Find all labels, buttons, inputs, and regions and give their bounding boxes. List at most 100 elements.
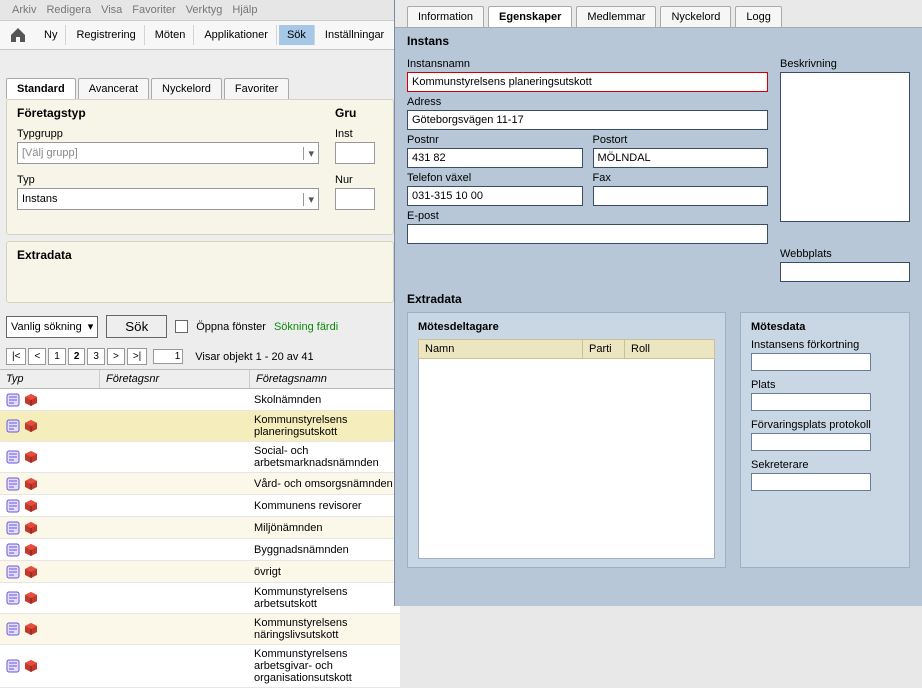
- tab-avancerat[interactable]: Avancerat: [78, 78, 149, 99]
- col-foretagsnr[interactable]: Företagsnr: [100, 370, 250, 388]
- row-name: övrigt: [250, 563, 400, 581]
- row-name: Kommunens revisorer: [250, 497, 400, 515]
- postnr-input[interactable]: 431 82: [407, 148, 583, 168]
- motesdata-title: Mötesdata: [751, 321, 899, 333]
- pager-first[interactable]: |<: [6, 348, 26, 365]
- pager-1[interactable]: 1: [48, 348, 66, 365]
- typgrupp-label: Typgrupp: [17, 128, 319, 140]
- typgrupp-dropdown[interactable]: [Välj grupp] ▾: [17, 142, 319, 164]
- pager-last[interactable]: >|: [127, 348, 147, 365]
- note-icon: [6, 521, 20, 535]
- table-row[interactable]: Vård- och omsorgsnämnden: [0, 473, 400, 495]
- pager-prev[interactable]: <: [28, 348, 46, 365]
- tab-favoriter[interactable]: Favoriter: [224, 78, 289, 99]
- tab-standard[interactable]: Standard: [6, 78, 76, 99]
- col-roll[interactable]: Roll: [624, 340, 714, 358]
- menu-favoriter[interactable]: Favoriter: [132, 4, 175, 16]
- beskrivning-input[interactable]: [780, 72, 910, 222]
- motesdeltagare-panel: Mötesdeltagare Namn Parti Roll: [407, 312, 726, 568]
- table-row[interactable]: Kommunstyrelsens planeringsutskott: [0, 411, 400, 442]
- cube-icon: [24, 543, 38, 557]
- tab-egenskaper[interactable]: Egenskaper: [488, 6, 572, 27]
- forvaring-input[interactable]: [751, 433, 871, 451]
- fax-input[interactable]: [593, 186, 769, 206]
- table-row[interactable]: Social- och arbetsmarknadsnämnden: [0, 442, 400, 473]
- menu-hjalp[interactable]: Hjälp: [232, 4, 257, 16]
- menu-arkiv[interactable]: Arkiv: [12, 4, 36, 16]
- table-row[interactable]: Kommunstyrelsens arbetsgivar- och organi…: [0, 645, 400, 688]
- tb-moten[interactable]: Möten: [147, 25, 195, 45]
- epost-input[interactable]: [407, 224, 768, 244]
- members-body[interactable]: [418, 359, 715, 559]
- home-icon[interactable]: [8, 25, 28, 45]
- open-windows-checkbox[interactable]: [175, 320, 188, 333]
- webb-input[interactable]: [780, 262, 910, 282]
- cube-icon: [24, 659, 38, 673]
- col-foretagsnamn[interactable]: Företagsnamn: [250, 370, 400, 388]
- search-button[interactable]: Sök: [106, 315, 167, 338]
- tab-logg[interactable]: Logg: [735, 6, 781, 27]
- num-input[interactable]: [335, 188, 375, 210]
- fax-label: Fax: [593, 172, 769, 184]
- extradata-section-label: Extradata: [6, 241, 394, 303]
- menu-verktyg[interactable]: Verktyg: [186, 4, 223, 16]
- table-row[interactable]: övrigt: [0, 561, 400, 583]
- tb-registrering[interactable]: Registrering: [68, 25, 144, 45]
- tel-input[interactable]: 031-315 10 00: [407, 186, 583, 206]
- table-row[interactable]: Skolnämnden: [0, 389, 400, 411]
- typgrupp-value: [Välj grupp]: [22, 147, 78, 159]
- col-namn[interactable]: Namn: [419, 340, 582, 358]
- menu-visa[interactable]: Visa: [101, 4, 122, 16]
- pager-2[interactable]: 2: [68, 348, 86, 365]
- search-window: Arkiv Redigera Visa Favoriter Verktyg Hj…: [0, 0, 400, 606]
- chevron-down-icon: ▾: [88, 320, 94, 333]
- col-typ[interactable]: Typ: [0, 370, 100, 388]
- table-row[interactable]: Kommunens revisorer: [0, 495, 400, 517]
- typ-dropdown[interactable]: Instans ▾: [17, 188, 319, 210]
- table-row[interactable]: Miljönämnden: [0, 517, 400, 539]
- pager-3[interactable]: 3: [87, 348, 105, 365]
- cube-icon: [24, 622, 38, 636]
- gru-label: Gru: [335, 106, 383, 120]
- postort-input[interactable]: MÖLNDAL: [593, 148, 769, 168]
- cube-icon: [24, 450, 38, 464]
- tab-medlemmar[interactable]: Medlemmar: [576, 6, 656, 27]
- tb-installningar[interactable]: Inställningar: [317, 25, 392, 45]
- col-parti[interactable]: Parti: [582, 340, 624, 358]
- postnr-label: Postnr: [407, 134, 583, 146]
- instans-title: Instans: [407, 34, 910, 48]
- tb-sok[interactable]: Sök: [279, 25, 315, 45]
- search-status: Sökning färdi: [274, 321, 338, 333]
- table-row[interactable]: Kommunstyrelsens arbetsutskott: [0, 583, 400, 614]
- forvaring-label: Förvaringsplats protokoll: [751, 419, 899, 431]
- tab-information[interactable]: Information: [407, 6, 484, 27]
- tb-ny[interactable]: Ny: [36, 25, 66, 45]
- row-name: Kommunstyrelsens arbetsgivar- och organi…: [250, 645, 400, 687]
- pager-text: Visar objekt 1 - 20 av 41: [195, 351, 313, 363]
- pager-input[interactable]: [153, 349, 183, 364]
- note-icon: [6, 450, 20, 464]
- tab-nyckelord[interactable]: Nyckelord: [660, 6, 731, 27]
- pager-next[interactable]: >: [107, 348, 125, 365]
- row-name: Vård- och omsorgsnämnden: [250, 475, 400, 493]
- tab-nyckelord[interactable]: Nyckelord: [151, 78, 222, 99]
- inst-input[interactable]: [335, 142, 375, 164]
- tb-applikationer[interactable]: Applikationer: [196, 25, 277, 45]
- webb-label: Webbplats: [780, 248, 910, 260]
- forkortning-input[interactable]: [751, 353, 871, 371]
- menu-redigera[interactable]: Redigera: [46, 4, 91, 16]
- cube-icon: [24, 419, 38, 433]
- adress-input[interactable]: Göteborgsvägen 11-17: [407, 110, 768, 130]
- epost-label: E-post: [407, 210, 768, 222]
- row-name: Kommunstyrelsens planeringsutskott: [250, 411, 400, 441]
- cube-icon: [24, 499, 38, 513]
- cube-icon: [24, 565, 38, 579]
- sekreterare-input[interactable]: [751, 473, 871, 491]
- motesdeltagare-title: Mötesdeltagare: [418, 321, 715, 333]
- instansnamn-input[interactable]: Kommunstyrelsens planeringsutskott: [407, 72, 768, 92]
- table-row[interactable]: Byggnadsnämnden: [0, 539, 400, 561]
- note-icon: [6, 393, 20, 407]
- search-mode-dropdown[interactable]: Vanlig sökning ▾: [6, 316, 98, 338]
- plats-input[interactable]: [751, 393, 871, 411]
- table-row[interactable]: Kommunstyrelsens näringslivsutskott: [0, 614, 400, 645]
